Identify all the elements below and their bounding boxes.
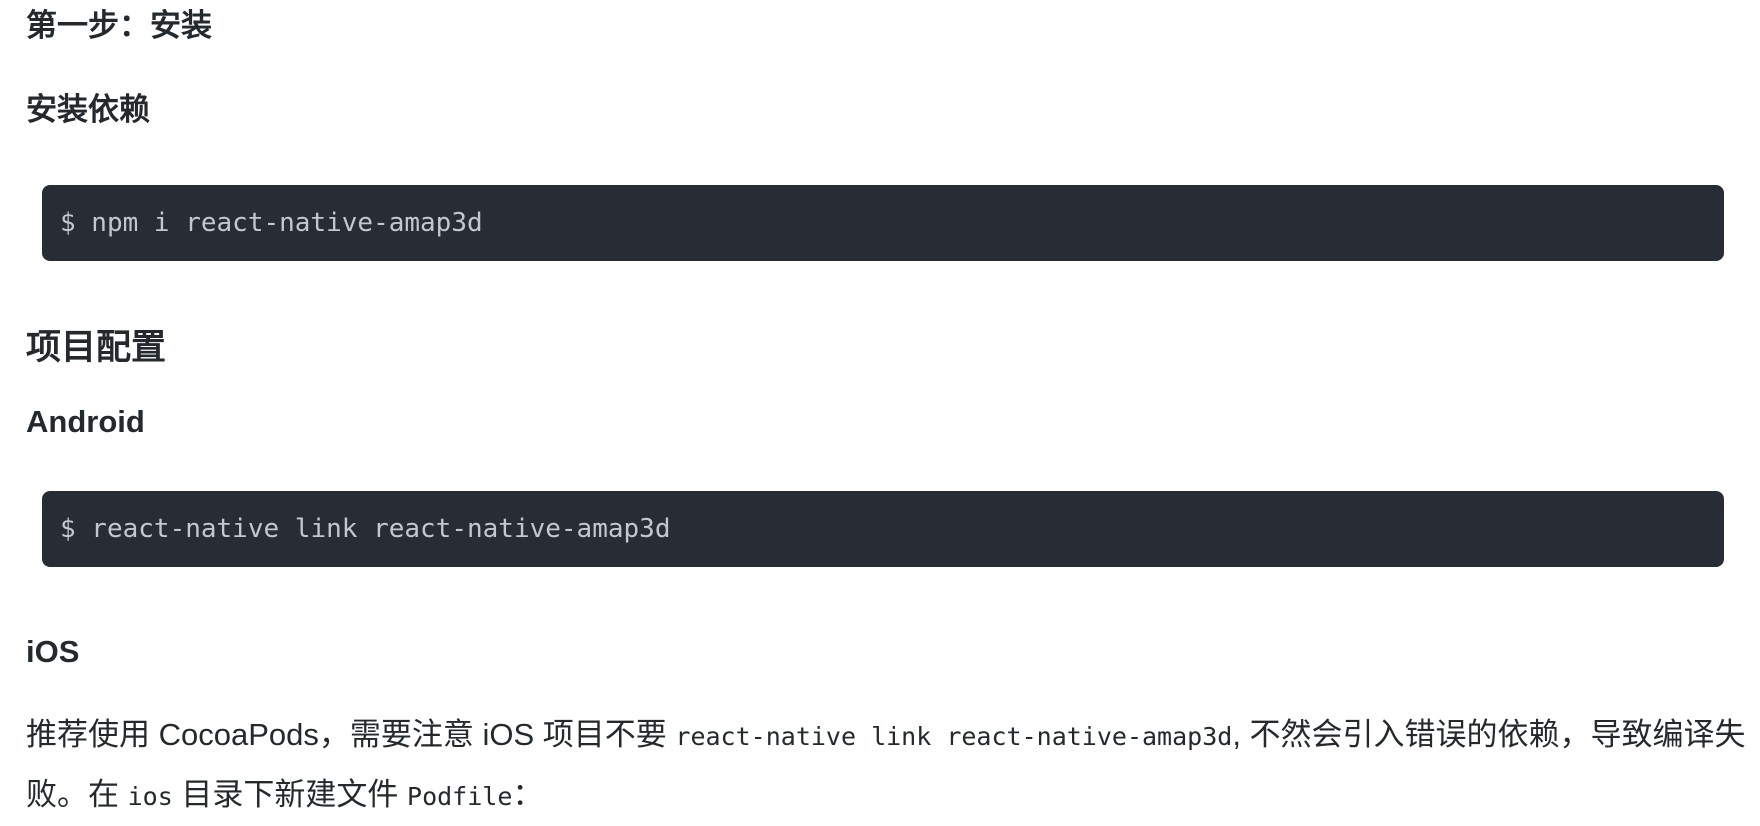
- heading-step-install: 第一步：安装: [26, 8, 212, 43]
- heading-ios: iOS: [26, 634, 80, 669]
- heading-android: Android: [26, 404, 145, 439]
- heading-install-dependencies: 安装依赖: [26, 92, 150, 127]
- inline-code-podfile: Podfile: [407, 782, 513, 811]
- code-block-react-native-link[interactable]: $ react-native link react-native-amap3d: [42, 491, 1724, 567]
- ios-instructions-paragraph: 推荐使用 CocoaPods，需要注意 iOS 项目不要 react-nativ…: [26, 706, 1746, 826]
- paragraph-text: 目录下新建文件: [172, 777, 408, 812]
- paragraph-text: ：: [512, 777, 544, 812]
- inline-code-ios-dir: ios: [127, 782, 173, 811]
- heading-project-config: 项目配置: [26, 328, 167, 367]
- code-react-native-link[interactable]: $ react-native link react-native-amap3d: [60, 514, 670, 544]
- code-npm-install[interactable]: $ npm i react-native-amap3d: [60, 208, 483, 238]
- code-block-npm-install[interactable]: $ npm i react-native-amap3d: [42, 185, 1724, 261]
- paragraph-text: 推荐使用 CocoaPods，需要注意 iOS 项目不要: [26, 717, 676, 752]
- inline-code-link-command: react-native link react-native-amap3d: [675, 722, 1233, 751]
